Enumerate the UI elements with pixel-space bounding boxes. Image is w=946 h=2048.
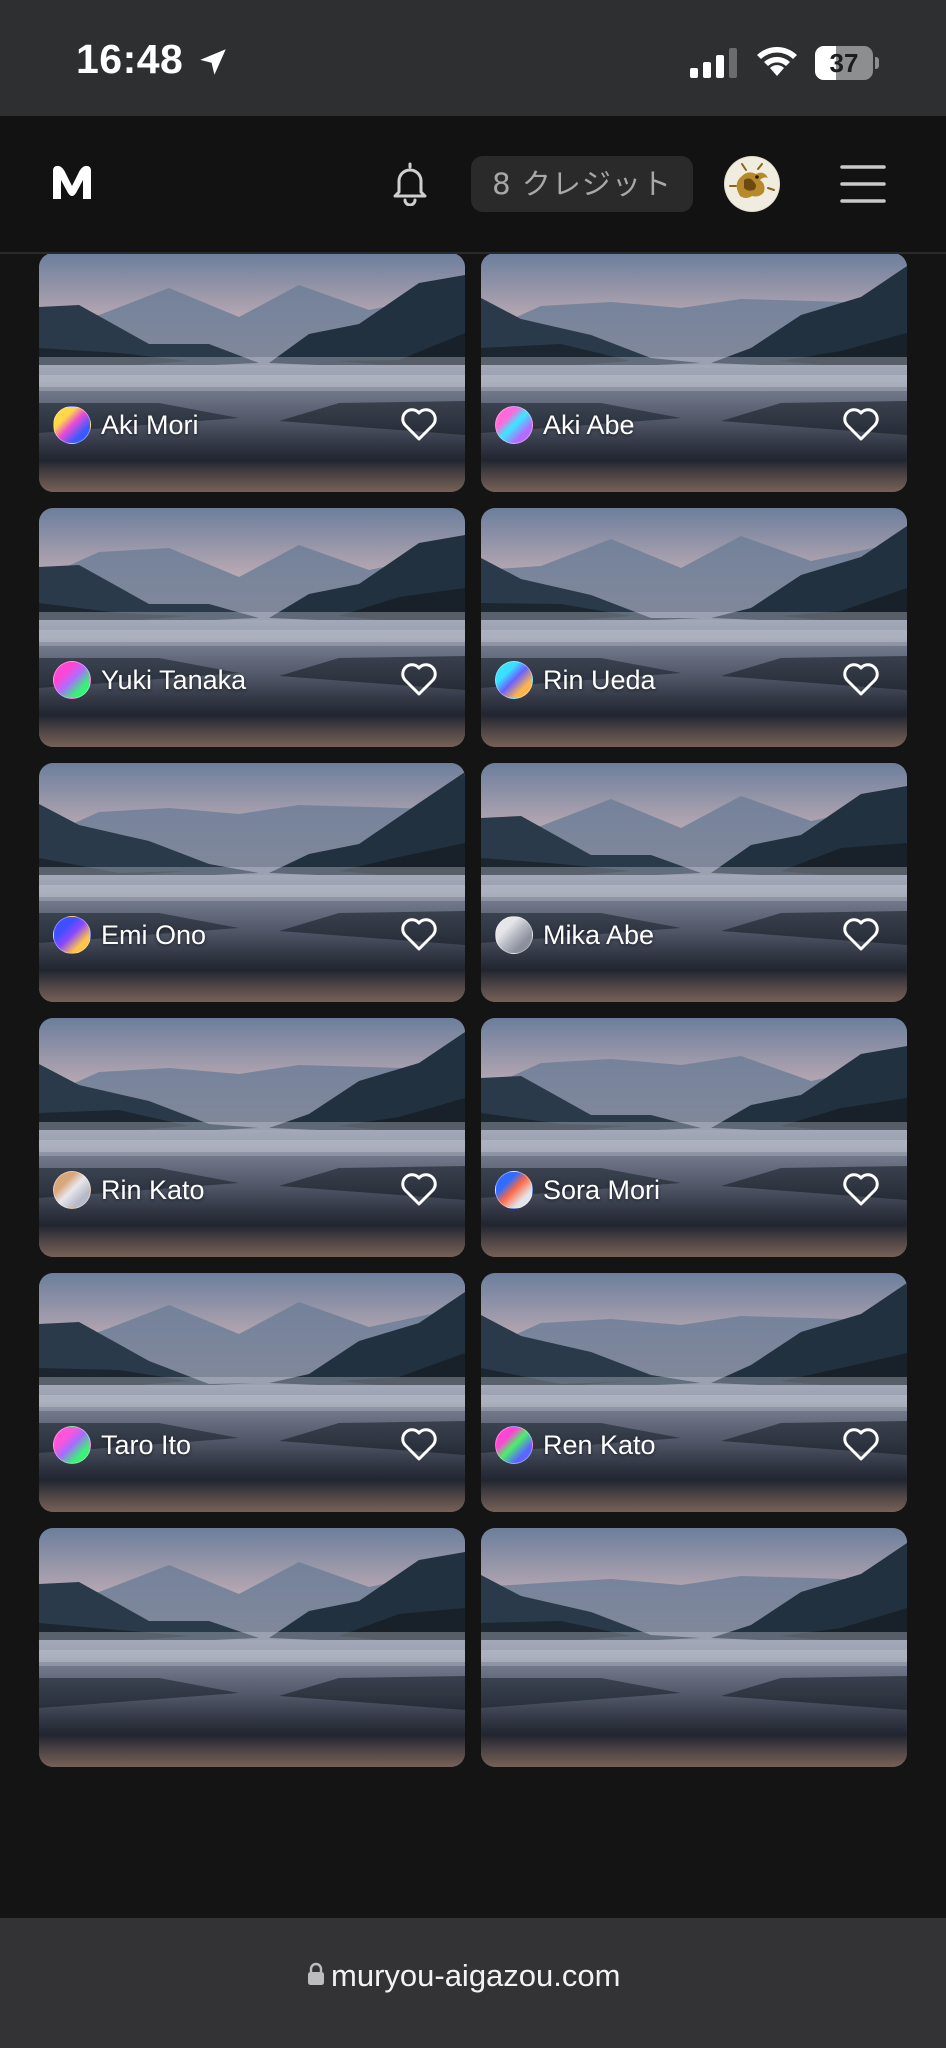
creator-name[interactable]: Rin Kato bbox=[101, 1172, 205, 1208]
lock-icon bbox=[308, 1962, 324, 1985]
creator-avatar[interactable] bbox=[53, 1171, 91, 1209]
image-card[interactable] bbox=[39, 1528, 465, 1767]
creator-avatar[interactable] bbox=[495, 406, 533, 444]
card-shade bbox=[481, 1657, 907, 1767]
image-card[interactable]: Yuki Tanaka bbox=[39, 508, 465, 747]
creator-avatar[interactable] bbox=[53, 661, 91, 699]
user-avatar[interactable] bbox=[724, 156, 780, 212]
creator-avatar[interactable] bbox=[495, 661, 533, 699]
creator-name[interactable]: Mika Abe bbox=[543, 917, 654, 953]
creator-avatar[interactable] bbox=[495, 916, 533, 954]
image-card[interactable]: Aki Mori bbox=[39, 254, 465, 492]
image-card[interactable]: Aki Abe bbox=[481, 254, 907, 492]
heart-icon[interactable] bbox=[841, 1425, 881, 1463]
heart-icon[interactable] bbox=[841, 915, 881, 953]
heart-icon[interactable] bbox=[399, 405, 439, 443]
creator-avatar[interactable] bbox=[495, 1171, 533, 1209]
credits-badge[interactable]: 8 クレジット bbox=[471, 156, 693, 212]
card-shade bbox=[39, 1657, 465, 1767]
dragon-avatar-icon bbox=[725, 157, 779, 211]
heart-icon[interactable] bbox=[841, 660, 881, 698]
status-bar: 16:48 37 bbox=[0, 0, 946, 116]
heart-icon[interactable] bbox=[841, 405, 881, 443]
heart-icon[interactable] bbox=[399, 1170, 439, 1208]
creator-name[interactable]: Sora Mori bbox=[543, 1172, 660, 1208]
creator-name[interactable]: Rin Ueda bbox=[543, 662, 656, 698]
creator-avatar[interactable] bbox=[53, 916, 91, 954]
image-card[interactable]: Rin Ueda bbox=[481, 508, 907, 747]
wifi-icon bbox=[757, 47, 797, 76]
app-logo[interactable]: M bbox=[50, 162, 94, 202]
image-card[interactable]: Rin Kato bbox=[39, 1018, 465, 1257]
browser-url-bar[interactable]: muryou-aigazou.com bbox=[0, 1918, 946, 2048]
notification-bell-icon[interactable] bbox=[390, 160, 430, 206]
creator-avatar[interactable] bbox=[53, 1426, 91, 1464]
heart-icon[interactable] bbox=[399, 915, 439, 953]
cellular-signal-icon bbox=[690, 48, 737, 78]
heart-icon[interactable] bbox=[841, 1170, 881, 1208]
image-card[interactable] bbox=[481, 1528, 907, 1767]
battery-icon: 37 bbox=[815, 46, 879, 80]
app-header: M 8 クレジット bbox=[0, 116, 946, 254]
image-card[interactable]: Taro Ito bbox=[39, 1273, 465, 1512]
image-card[interactable]: Emi Ono bbox=[39, 763, 465, 1002]
heart-icon[interactable] bbox=[399, 660, 439, 698]
creator-name[interactable]: Emi Ono bbox=[101, 917, 206, 953]
creator-name[interactable]: Aki Mori bbox=[101, 407, 199, 443]
location-arrow-icon bbox=[200, 49, 226, 75]
image-card[interactable]: Sora Mori bbox=[481, 1018, 907, 1257]
creator-name[interactable]: Yuki Tanaka bbox=[101, 662, 246, 698]
image-grid: Ren Mori Rin bbox=[39, 254, 907, 1767]
status-time: 16:48 bbox=[76, 36, 184, 82]
image-card[interactable]: Mika Abe bbox=[481, 763, 907, 1002]
creator-name[interactable]: Taro Ito bbox=[101, 1427, 191, 1463]
image-feed[interactable]: Ren Mori Rin bbox=[0, 254, 946, 1918]
creator-avatar[interactable] bbox=[495, 1426, 533, 1464]
url-text: muryou-aigazou.com bbox=[331, 1958, 621, 1993]
creator-avatar[interactable] bbox=[53, 406, 91, 444]
creator-name[interactable]: Aki Abe bbox=[543, 407, 635, 443]
image-card[interactable]: Ren Kato bbox=[481, 1273, 907, 1512]
heart-icon[interactable] bbox=[399, 1425, 439, 1463]
creator-name[interactable]: Ren Kato bbox=[543, 1427, 656, 1463]
hamburger-menu-icon[interactable] bbox=[840, 163, 886, 205]
battery-level: 37 bbox=[829, 48, 859, 78]
